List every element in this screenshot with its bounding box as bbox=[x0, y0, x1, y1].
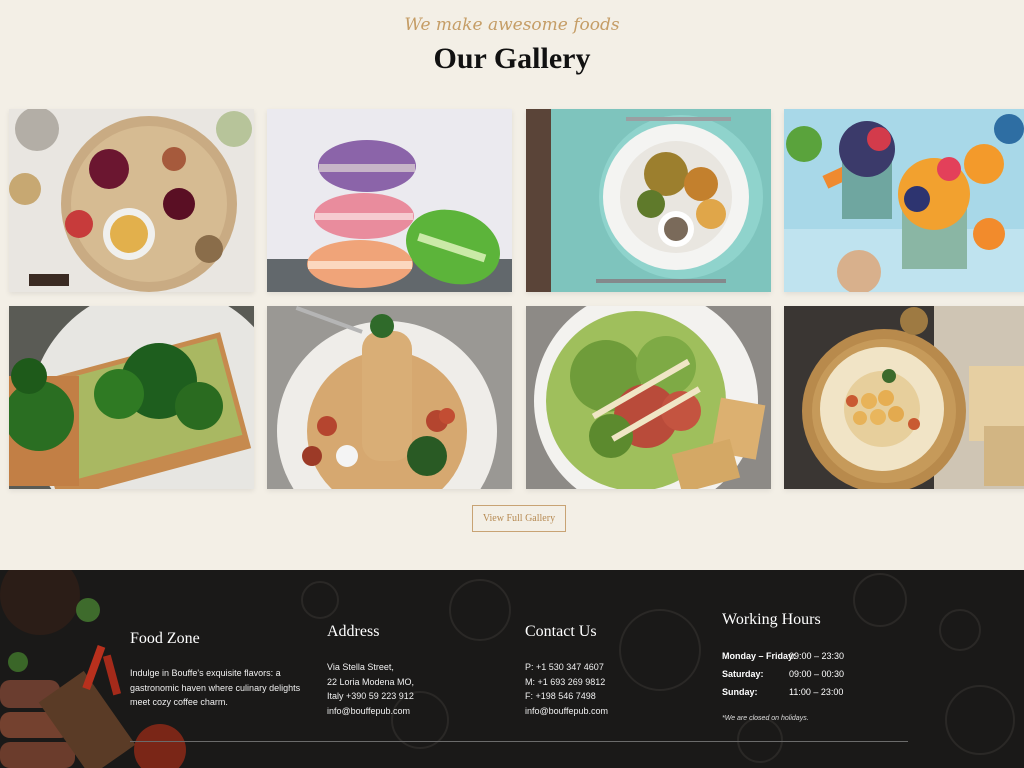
hours-time: 11:00 – 23:00 bbox=[789, 687, 844, 697]
macarons-image[interactable] bbox=[267, 109, 512, 292]
footer-divider bbox=[130, 741, 908, 742]
address-email-link[interactable]: info@bouffepub.com bbox=[327, 704, 477, 719]
avocado-toast-image[interactable] bbox=[9, 306, 254, 489]
footer-address-column: Address Via Stella Street, 22 Loria Mode… bbox=[327, 623, 477, 718]
hummus-image[interactable] bbox=[784, 306, 1024, 489]
address-line: 22 Loria Modena MO, bbox=[327, 676, 415, 687]
holiday-note: *We are closed on holidays. bbox=[722, 715, 809, 722]
hours-day: Saturday: bbox=[722, 669, 764, 679]
footer: Food Zone Indulge in Bouffe's exquisite … bbox=[0, 570, 1024, 768]
address-line: Italy +390 59 223 912 bbox=[327, 691, 414, 701]
contact-mobile[interactable]: M: +1 693 269 9812 bbox=[525, 675, 675, 690]
spaghetti-image[interactable] bbox=[267, 306, 512, 489]
hours-time: 09:00 – 23:30 bbox=[789, 651, 845, 661]
address-line: Via Stella Street, bbox=[327, 662, 394, 672]
footer-hours-column: Working Hours Monday – Friday: 09:00 – 2… bbox=[722, 611, 922, 731]
view-full-gallery-button[interactable]: View Full Gallery bbox=[472, 505, 566, 532]
hours-time: 09:00 – 00:30 bbox=[789, 669, 845, 679]
footer-brand-column: Food Zone Indulge in Bouffe's exquisite … bbox=[130, 630, 320, 710]
gallery-title: Our Gallery bbox=[433, 42, 591, 75]
contact-email-link[interactable]: info@bouffepub.com bbox=[525, 704, 675, 719]
hours-day: Monday – Friday: bbox=[722, 651, 797, 661]
gallery-section: We make awesome foods Our Gallery View F… bbox=[0, 0, 1024, 570]
charcuterie-board-image[interactable] bbox=[9, 109, 254, 292]
fruit-parfaits-image[interactable] bbox=[784, 109, 1024, 292]
footer-contact-column: Contact Us P: +1 530 347 4607 M: +1 693 … bbox=[525, 623, 675, 718]
gallery-tagline: We make awesome foods bbox=[404, 15, 620, 35]
footer-brand-description: Indulge in Bouffe's exquisite flavors: a… bbox=[130, 668, 301, 707]
caesar-salad-image[interactable] bbox=[526, 306, 771, 489]
footer-address-title: Address bbox=[327, 623, 380, 640]
hours-day: Sunday: bbox=[722, 687, 758, 697]
footer-brand-title: Food Zone bbox=[130, 630, 200, 647]
footer-hours-title: Working Hours bbox=[722, 611, 821, 628]
plated-dish-image[interactable] bbox=[526, 109, 771, 292]
footer-contact-title: Contact Us bbox=[525, 623, 597, 640]
contact-phone[interactable]: P: +1 530 347 4607 bbox=[525, 660, 675, 675]
contact-fax: F: +198 546 7498 bbox=[525, 691, 596, 701]
